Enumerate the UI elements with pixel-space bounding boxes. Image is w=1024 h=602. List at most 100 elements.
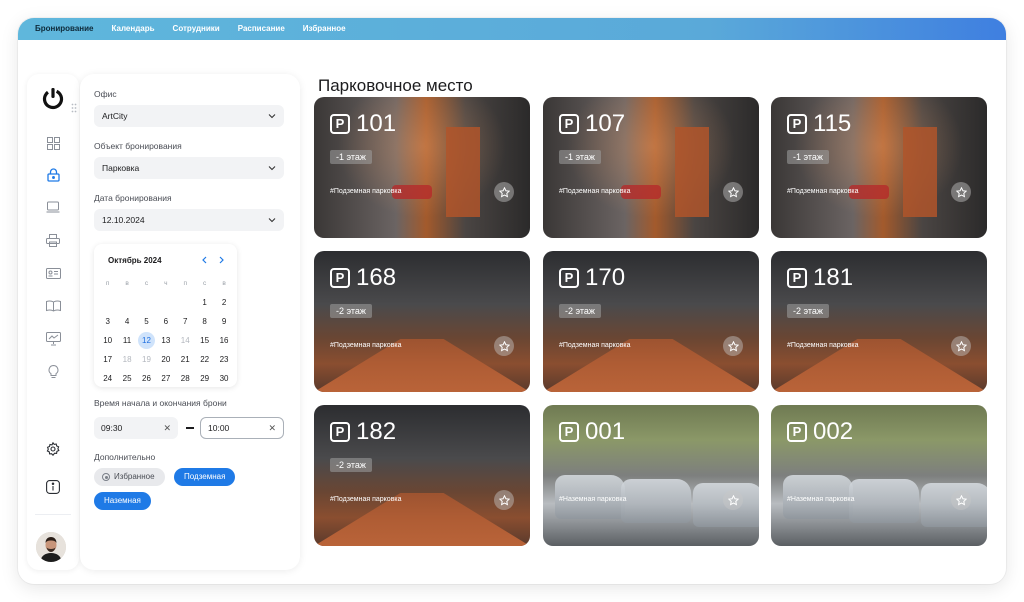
calendar-day[interactable]: 12 [137, 332, 155, 349]
prev-month-button[interactable] [198, 254, 210, 266]
parking-icon: P [559, 268, 579, 288]
clear-icon[interactable]: ✕ [163, 417, 171, 439]
time-start-input[interactable]: 09:30 ✕ [94, 417, 178, 439]
floor-badge: -2 этаж [330, 304, 372, 318]
date-label: Дата бронирования [94, 193, 172, 203]
parking-card[interactable]: P 001 #Наземная парковка [543, 405, 759, 546]
date-select[interactable]: 12.10.2024 [94, 209, 284, 231]
calendar-day[interactable]: 15 [195, 332, 214, 349]
grid-icon[interactable] [42, 132, 64, 154]
calendar-day[interactable]: 17 [98, 351, 117, 368]
favorite-button[interactable] [723, 490, 743, 510]
lock-icon[interactable] [42, 164, 64, 186]
parking-card[interactable]: P 170 -2 этаж #Подземная парковка [543, 251, 759, 392]
calendar-day[interactable]: 19 [137, 351, 156, 368]
favorite-button[interactable] [951, 490, 971, 510]
calendar-month: Октябрь 2024 [108, 256, 162, 265]
laptop-icon[interactable] [42, 196, 64, 218]
calendar-day[interactable]: 6 [156, 313, 175, 330]
calendar-day[interactable]: 21 [176, 351, 195, 368]
calendar-day[interactable]: 8 [195, 313, 214, 330]
calendar-day[interactable]: 23 [214, 351, 233, 368]
star-icon [955, 340, 967, 351]
tab-employees[interactable]: Сотрудники [164, 18, 229, 40]
calendar-day[interactable]: 25 [117, 370, 136, 387]
drag-handle-icon[interactable] [71, 103, 77, 113]
calendar-grid: п в с ч п с в 1 2 3 4 5 6 7 8 9 10 11 12 13 14 15 16 17 18 19 20 21… [98, 274, 234, 388]
calendar-day[interactable]: 27 [156, 370, 175, 387]
parking-card[interactable]: P 182 -2 этаж #Подземная парковка [314, 405, 530, 546]
spot-number: 115 [813, 110, 852, 137]
parking-card[interactable]: P 181 -2 этаж #Подземная парковка [771, 251, 987, 392]
calendar-day[interactable]: 14 [176, 332, 195, 349]
chevron-down-icon [268, 166, 276, 171]
tab-favorites[interactable]: Избранное [294, 18, 355, 40]
calendar-day[interactable]: 10 [98, 332, 117, 349]
book-icon[interactable] [42, 295, 64, 317]
extra-label: Дополнительно [94, 452, 156, 462]
favorite-button[interactable] [951, 336, 971, 356]
calendar-day[interactable]: 20 [156, 351, 175, 368]
calendar-day[interactable]: 9 [214, 313, 233, 330]
parking-card[interactable]: P 168 -2 этаж #Подземная парковка [314, 251, 530, 392]
parked-car [621, 479, 691, 523]
chip-favorites-label: Избранное [114, 472, 155, 481]
parking-card[interactable]: P 101 -1 этаж #Подземная парковка [314, 97, 530, 238]
parking-card[interactable]: P 002 #Наземная парковка [771, 405, 987, 546]
parking-card[interactable]: P 115 -1 этаж #Подземная парковка [771, 97, 987, 238]
info-icon[interactable] [42, 476, 64, 498]
parking-type-tag: #Наземная парковка [559, 496, 627, 503]
calendar-day[interactable]: 13 [156, 332, 175, 349]
object-label: Объект бронирования [94, 141, 182, 151]
calendar-day[interactable]: 30 [214, 370, 233, 387]
chip-underground[interactable]: Подземная [174, 468, 236, 486]
tab-calendar[interactable]: Календарь [103, 18, 164, 40]
calendar-day[interactable]: 26 [137, 370, 156, 387]
next-month-button[interactable] [215, 254, 227, 266]
favorite-button[interactable] [494, 182, 514, 202]
clear-icon[interactable]: ✕ [268, 418, 276, 438]
parking-card[interactable]: P 107 -1 этаж #Подземная парковка [543, 97, 759, 238]
favorite-button[interactable] [951, 182, 971, 202]
calendar-day[interactable]: 16 [214, 332, 233, 349]
star-icon [955, 494, 967, 505]
date-value: 12.10.2024 [102, 215, 145, 225]
presentation-icon[interactable] [42, 328, 64, 350]
calendar-day[interactable]: 18 [117, 351, 136, 368]
calendar-day[interactable]: 11 [117, 332, 136, 349]
calendar-empty [117, 294, 136, 311]
calendar-day[interactable]: 22 [195, 351, 214, 368]
office-select[interactable]: ArtCity [94, 105, 284, 127]
settings-icon[interactable] [42, 438, 64, 460]
object-select[interactable]: Парковка [94, 157, 284, 179]
calendar-day[interactable]: 3 [98, 313, 117, 330]
favorite-button[interactable] [494, 490, 514, 510]
calendar-day[interactable]: 5 [137, 313, 156, 330]
power-logo-icon[interactable] [41, 86, 65, 110]
time-end-input[interactable]: 10:00 ✕ [200, 417, 284, 439]
chip-favorites[interactable]: Избранное [94, 468, 165, 486]
avatar[interactable] [36, 532, 66, 562]
calendar-day[interactable]: 4 [117, 313, 136, 330]
favorite-button[interactable] [723, 182, 743, 202]
favorite-button[interactable] [494, 336, 514, 356]
parking-pillar [675, 127, 709, 217]
calendar-day[interactable]: 24 [98, 370, 117, 387]
printer-icon[interactable] [42, 229, 64, 251]
tab-booking[interactable]: Бронирование [26, 18, 103, 40]
calendar-day[interactable]: 7 [176, 313, 195, 330]
parked-car [849, 479, 919, 523]
parking-number: P 168 [330, 266, 396, 290]
calendar-day[interactable]: 29 [195, 370, 214, 387]
tab-schedule[interactable]: Расписание [229, 18, 294, 40]
bulb-icon[interactable] [42, 361, 64, 383]
calendar-week: 10 11 12 13 14 15 16 [98, 331, 234, 350]
date-picker: Октябрь 2024 п в с ч п с в 1 2 3 4 5 6 7 8 9 10 11 12 13 14 1… [94, 244, 237, 387]
calendar-day[interactable]: 1 [195, 294, 214, 311]
calendar-day[interactable]: 2 [214, 294, 233, 311]
chip-ground[interactable]: Наземная [94, 492, 151, 510]
calendar-day[interactable]: 28 [176, 370, 195, 387]
weekday-label: с [144, 280, 149, 287]
id-card-icon[interactable] [42, 262, 64, 284]
favorite-button[interactable] [723, 336, 743, 356]
